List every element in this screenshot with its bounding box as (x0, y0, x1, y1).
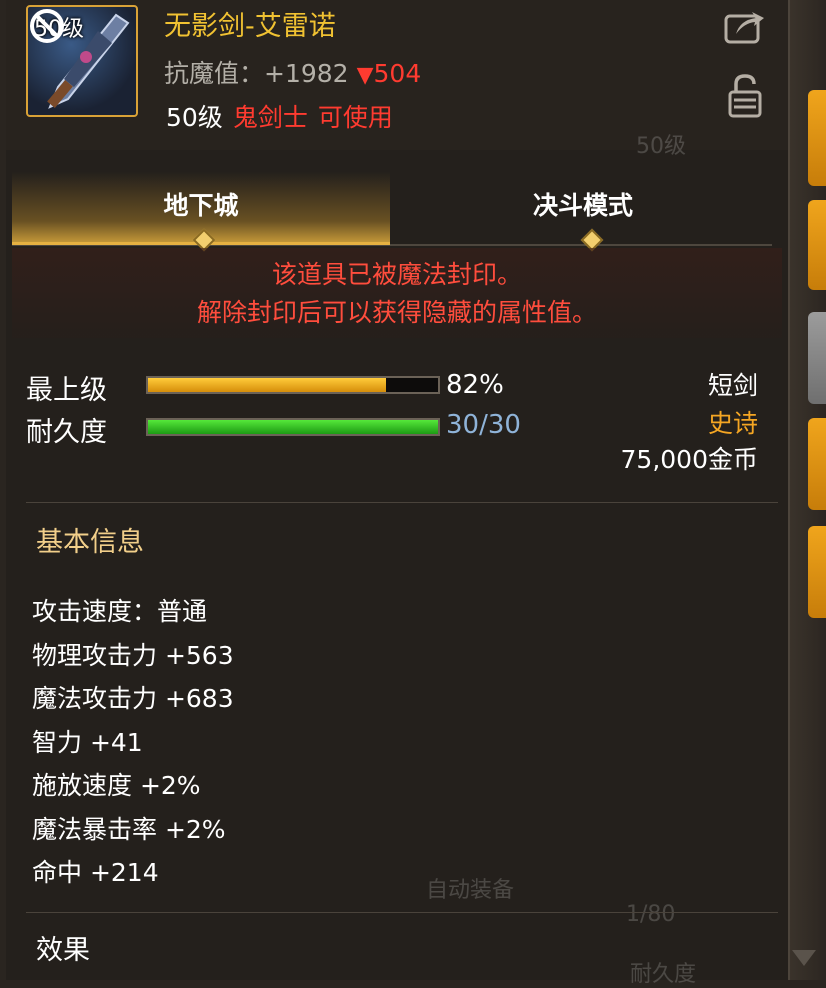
weapon-icon: 50级 (26, 5, 138, 117)
mode-tabs: 地下城 决斗模式 (12, 172, 772, 252)
grade-value: 82% (446, 370, 504, 400)
stat-line: 魔法暴击率 +2% (32, 815, 226, 844)
divider (26, 912, 778, 913)
side-tab-5[interactable] (808, 526, 826, 618)
seal-notice-line1: 该道具已被魔法封印。 (271, 260, 522, 289)
durability-value: 30/30 (446, 410, 521, 440)
side-tab-2[interactable] (808, 200, 826, 290)
tab-duel[interactable]: 决斗模式 (394, 172, 772, 242)
stat-line: 物理攻击力 +563 (32, 641, 234, 670)
grade-label: 最上级 (26, 375, 107, 406)
share-icon[interactable] (722, 6, 766, 46)
durability-ghost: 耐久度 (630, 962, 697, 987)
basic-info-title: 基本信息 (36, 527, 144, 558)
stat-line: 魔法攻击力 +683 (32, 684, 234, 713)
requirement-line: 50级 鬼剑士 可使用 (166, 98, 393, 134)
level-ghost: 50级 (636, 134, 686, 159)
stat-line: 攻击速度：普通 (32, 597, 208, 626)
resist-value: +1982 (264, 59, 349, 88)
side-tab-3[interactable] (808, 312, 826, 404)
resist-label: 抗魔值： (164, 59, 265, 88)
lock-icon[interactable] (726, 72, 764, 120)
seal-notice: 该道具已被魔法封印。 解除封印后可以获得隐藏的属性值。 (12, 248, 782, 338)
durability-bar (146, 418, 440, 436)
stat-line: 智力 +41 (32, 728, 143, 757)
usable-status: 可使用 (317, 103, 393, 132)
durability-label: 耐久度 (26, 417, 107, 448)
effect-title: 效果 (36, 935, 90, 966)
auto-equip-ghost: 自动装备 (426, 878, 515, 903)
side-tab-4[interactable] (808, 418, 826, 510)
grade-bar (146, 376, 440, 394)
item-tooltip: 50级 无影剑-艾雷诺 抗魔值：+1982 ▼504 50级 鬼剑士 可使用 地下城 … (6, 0, 790, 987)
item-price: 75,000金币 (620, 445, 758, 474)
stat-line: 施放速度 +2% (32, 771, 201, 800)
count-ghost: 1/80 (626, 902, 676, 927)
required-level: 50级 (166, 103, 223, 132)
item-name: 无影剑-艾雷诺 (164, 11, 336, 42)
item-rarity: 史诗 (707, 409, 758, 438)
side-tab-1[interactable] (808, 90, 826, 186)
scroll-down-icon[interactable] (792, 950, 816, 966)
divider (26, 502, 778, 503)
seal-notice-line2: 解除封印后可以获得隐藏的属性值。 (196, 298, 597, 327)
durability-bar-fill (148, 420, 438, 434)
grade-bar-fill (148, 378, 386, 392)
resist-change: 504 (373, 59, 422, 88)
item-type: 短剑 (707, 371, 758, 400)
magic-resist-line: 抗魔值：+1982 ▼504 (164, 54, 421, 90)
required-class: 鬼剑士 (232, 103, 308, 132)
prohibited-icon (30, 9, 64, 43)
down-arrow-icon: ▼ (356, 63, 374, 88)
stat-line: 命中 +214 (32, 858, 159, 887)
